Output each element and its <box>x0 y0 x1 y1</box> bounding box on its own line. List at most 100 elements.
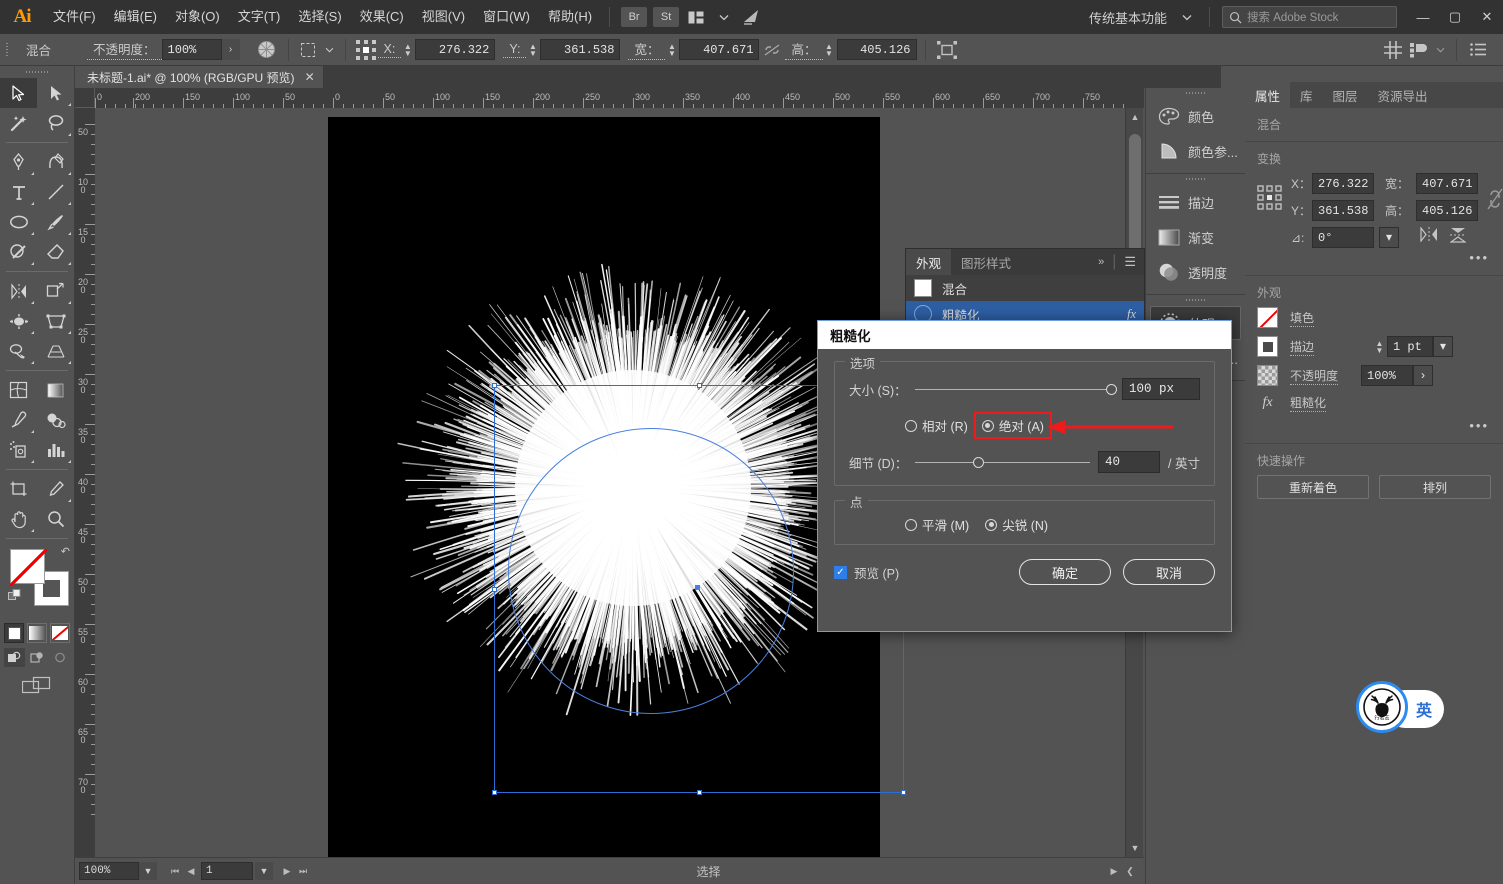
constrain-proportions-icon[interactable] <box>759 38 785 62</box>
x-label[interactable]: X: <box>378 42 402 58</box>
page-number-field[interactable]: 1 <box>201 862 253 880</box>
size-slider[interactable] <box>915 382 1114 396</box>
ellipse-tool[interactable] <box>0 207 37 237</box>
handle-bottom-left[interactable] <box>492 790 497 795</box>
workspace-selector[interactable]: 传统基本功能 <box>1083 8 1173 27</box>
lasso-tool[interactable] <box>37 108 74 138</box>
opacity-popup-button[interactable]: › <box>1413 365 1433 386</box>
detail-slider[interactable] <box>915 455 1090 469</box>
swap-fill-stroke-icon[interactable]: ↶ <box>61 545 70 558</box>
toolbar-grip[interactable] <box>0 66 74 78</box>
recolor-artwork-icon[interactable] <box>297 38 323 62</box>
menu-effect[interactable]: 效果(C) <box>351 0 413 34</box>
gradient-fill-mode-button[interactable] <box>27 623 47 643</box>
column-graph-tool[interactable] <box>37 435 74 465</box>
dock-group-grip[interactable] <box>1146 174 1245 184</box>
tab-asset-export[interactable]: 资源导出 <box>1368 82 1438 108</box>
line-segment-tool[interactable] <box>37 177 74 207</box>
tab-layers[interactable]: 图层 <box>1323 82 1368 108</box>
angle-field[interactable]: 0° <box>1312 227 1374 248</box>
perspective-grid-tool[interactable] <box>37 336 74 366</box>
window-minimize-button[interactable]: — <box>1407 0 1439 34</box>
y-field[interactable]: 361.538 <box>540 39 620 60</box>
shape-builder-tool[interactable] <box>0 336 37 366</box>
scale-tool[interactable] <box>37 276 74 306</box>
menu-view[interactable]: 视图(V) <box>413 0 474 34</box>
x-field[interactable]: 276.322 <box>1312 173 1374 194</box>
paintbrush-tool[interactable] <box>37 207 74 237</box>
default-fill-stroke-icon[interactable] <box>8 589 22 603</box>
transparency-mask-icon[interactable] <box>254 38 280 62</box>
opacity-field[interactable]: 100% <box>1361 365 1413 386</box>
size-input[interactable]: 100 px <box>1122 378 1200 400</box>
pen-tool[interactable] <box>0 147 37 177</box>
hand-tool[interactable] <box>0 504 37 534</box>
absolute-radio[interactable]: 绝对 (A) <box>982 416 1044 435</box>
status-collapse-icon[interactable]: ❮ <box>1122 861 1138 881</box>
fill-swatch-button[interactable] <box>1257 307 1278 328</box>
menu-type[interactable]: 文字(T) <box>229 0 290 34</box>
flip-vertical-icon[interactable] <box>1450 227 1466 248</box>
menu-select[interactable]: 选择(S) <box>289 0 350 34</box>
blend-swatch[interactable] <box>914 279 932 297</box>
handle-top-left[interactable] <box>492 383 497 388</box>
angle-chevron-down-icon[interactable]: ▾ <box>1379 227 1399 248</box>
stroke-swatch-button[interactable] <box>1257 336 1278 357</box>
ruler-corner[interactable] <box>75 88 95 108</box>
arrange-documents-icon[interactable] <box>682 5 710 29</box>
handle-top-center[interactable] <box>697 383 702 388</box>
y-field[interactable]: 361.538 <box>1312 200 1374 221</box>
window-maximize-button[interactable]: ▢ <box>1439 0 1471 34</box>
stroke-weight-stepper[interactable]: ▲▼ <box>1373 340 1386 354</box>
draw-normal-button[interactable] <box>4 648 25 667</box>
ime-logo[interactable]: 行者志 <box>1356 681 1408 733</box>
dock-item-transparency[interactable]: 透明度 <box>1150 255 1241 289</box>
width-field[interactable]: 407.671 <box>679 39 759 60</box>
ok-button[interactable]: 确定 <box>1019 559 1111 585</box>
gradient-tool[interactable] <box>37 375 74 405</box>
menu-object[interactable]: 对象(O) <box>166 0 229 34</box>
scroll-up-icon[interactable]: ▲ <box>1126 108 1144 126</box>
opacity-popup-button[interactable]: › <box>222 39 240 60</box>
zoom-tool[interactable] <box>37 504 74 534</box>
direct-selection-tool[interactable] <box>37 78 74 108</box>
fill-swatch[interactable] <box>10 549 45 584</box>
control-bar-grip[interactable] <box>6 40 16 60</box>
dock-item-stroke[interactable]: 描边 <box>1150 185 1241 219</box>
type-tool[interactable] <box>0 177 37 207</box>
tab-graphic-styles[interactable]: 图形样式 <box>951 249 1021 275</box>
width-label[interactable]: 宽： <box>628 39 665 60</box>
transform-more-button[interactable]: ••• <box>1245 248 1503 265</box>
cancel-button[interactable]: 取消 <box>1123 559 1215 585</box>
dock-item-color-guide[interactable]: 颜色参... <box>1150 134 1241 168</box>
height-field[interactable]: 405.126 <box>1416 200 1478 221</box>
arrange-button[interactable]: 排列 <box>1379 475 1491 499</box>
close-icon[interactable]: ✕ <box>305 70 315 84</box>
panel-menu-icon[interactable] <box>1465 38 1491 62</box>
detail-slider-knob[interactable] <box>973 457 984 468</box>
size-slider-knob[interactable] <box>1106 384 1117 395</box>
first-page-button[interactable]: ⏮ <box>167 861 183 881</box>
scroll-down-icon[interactable]: ▼ <box>1126 839 1144 857</box>
detail-input[interactable]: 40 <box>1098 451 1160 473</box>
home-icon[interactable] <box>738 5 766 29</box>
reference-point-icon[interactable] <box>354 38 378 62</box>
horizontal-ruler[interactable]: 0200150100500501001502002503003504004505… <box>95 88 1144 108</box>
reference-point-selector[interactable] <box>1257 173 1283 216</box>
width-stepper[interactable]: ▲▼ <box>665 43 678 57</box>
curvature-tool[interactable] <box>37 147 74 177</box>
x-field[interactable]: 276.322 <box>415 39 495 60</box>
width-tool[interactable] <box>0 306 37 336</box>
blend-tool[interactable] <box>37 405 74 435</box>
y-label[interactable]: Y: <box>503 42 526 58</box>
align-icon[interactable] <box>1380 38 1406 62</box>
chevron-double-right-icon[interactable]: » <box>1098 256 1104 268</box>
transform-icon[interactable] <box>934 38 960 62</box>
flip-horizontal-icon[interactable] <box>1420 227 1438 248</box>
width-field[interactable]: 407.671 <box>1416 173 1478 194</box>
corner-radio[interactable]: 尖锐 (N) <box>985 515 1048 534</box>
symbol-sprayer-tool[interactable] <box>0 435 37 465</box>
preferences-chevron-down-icon[interactable] <box>1432 38 1448 62</box>
recolor-chevron-down-icon[interactable] <box>323 38 337 62</box>
tab-properties[interactable]: 属性 <box>1245 82 1290 108</box>
